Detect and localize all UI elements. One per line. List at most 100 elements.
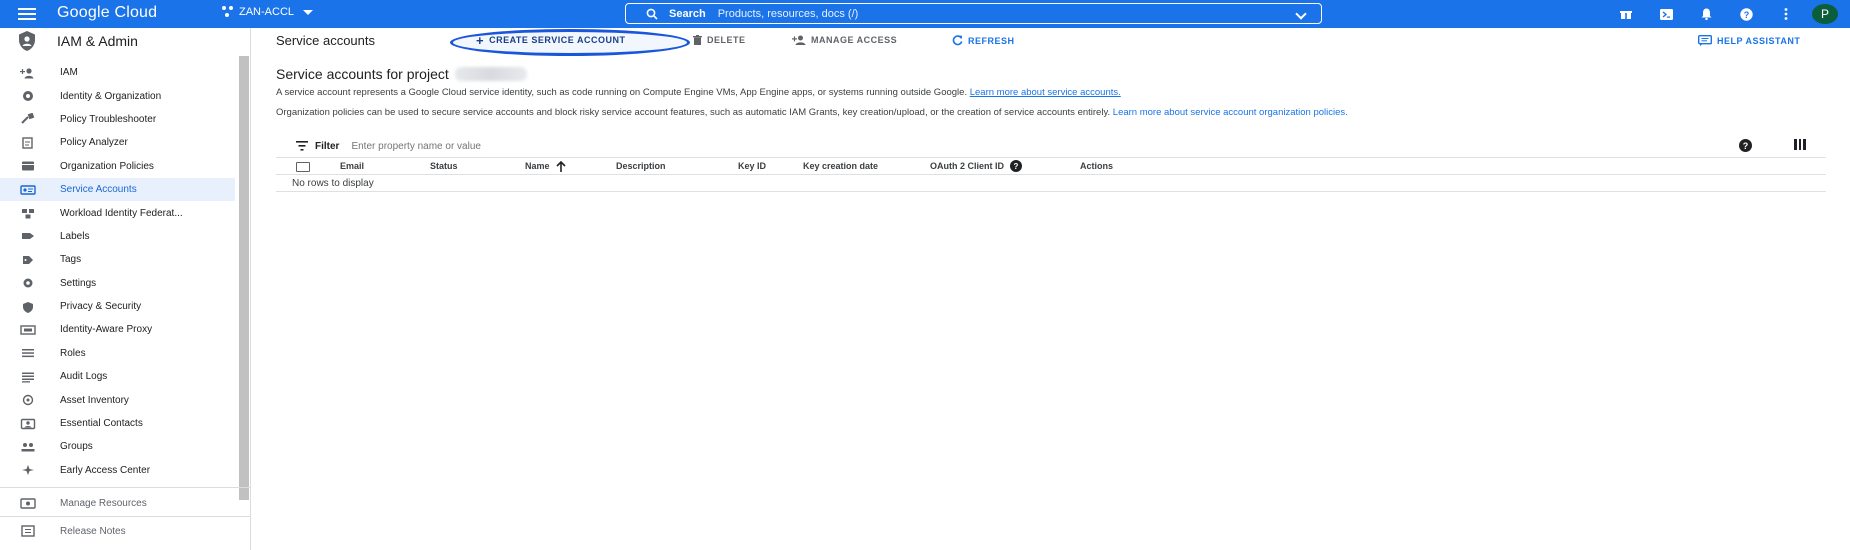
column-oauth-client-id[interactable]: OAuth 2 Client ID ? bbox=[930, 160, 1022, 172]
column-status-label: Status bbox=[430, 161, 458, 171]
sidebar-item-asset-inventory[interactable]: Asset Inventory bbox=[0, 388, 235, 411]
sidebar-item-policy-troubleshooter[interactable]: Policy Troubleshooter bbox=[0, 108, 235, 131]
sidebar-item-labels[interactable]: Labels bbox=[0, 225, 235, 248]
sidebar-item-label: Audit Logs bbox=[60, 371, 108, 383]
column-email-label: Email bbox=[340, 161, 365, 171]
chevron-down-icon bbox=[303, 9, 314, 15]
search-input[interactable]: Search Products, resources, docs (/) bbox=[625, 3, 1322, 24]
sidebar-scrollbar[interactable] bbox=[239, 56, 249, 500]
column-key-creation-date[interactable]: Key creation date bbox=[803, 161, 878, 171]
table-help-icon[interactable]: ? bbox=[1739, 139, 1752, 152]
chat-help-icon bbox=[1698, 35, 1712, 46]
sidebar-item-organization-policies[interactable]: Organization Policies bbox=[0, 155, 235, 178]
sidebar-item-label: Identity & Organization bbox=[60, 90, 162, 102]
search-expand-icon[interactable] bbox=[1295, 8, 1307, 20]
manage-resources-icon bbox=[20, 498, 36, 509]
sidebar-item-workload-identity-federat[interactable]: Workload Identity Federat... bbox=[0, 201, 235, 224]
main-menu-icon[interactable] bbox=[18, 8, 36, 20]
notifications-icon[interactable] bbox=[1686, 0, 1726, 28]
column-key-id[interactable]: Key ID bbox=[738, 161, 766, 171]
help-assistant-label: HELP ASSISTANT bbox=[1717, 35, 1801, 46]
sidebar-item-label: Tags bbox=[60, 254, 82, 266]
sidebar-item-manage-resources[interactable]: Manage Resources bbox=[0, 490, 251, 516]
sidebar-item-identity-aware-proxy[interactable]: Identity-Aware Proxy bbox=[0, 318, 235, 341]
manage-access-button[interactable]: MANAGE ACCESS bbox=[792, 35, 897, 45]
plus-icon: + bbox=[476, 32, 485, 48]
select-all-checkbox[interactable] bbox=[296, 162, 310, 172]
sidebar-item-release-notes[interactable]: Release Notes bbox=[0, 518, 251, 544]
gear-icon bbox=[20, 277, 36, 289]
filter-icon bbox=[296, 141, 308, 151]
sidebar-item-label: Essential Contacts bbox=[60, 418, 143, 430]
proxy-icon bbox=[20, 324, 36, 336]
project-picker[interactable]: ZAN-ACCL bbox=[222, 6, 314, 18]
column-key-creation-label: Key creation date bbox=[803, 161, 879, 171]
tag-icon bbox=[20, 254, 36, 266]
sidebar-item-label: Asset Inventory bbox=[60, 394, 129, 406]
gift-icon[interactable] bbox=[1606, 0, 1646, 28]
label-icon bbox=[20, 230, 36, 242]
filter-input[interactable] bbox=[351, 140, 652, 152]
svg-text:?: ? bbox=[1743, 9, 1749, 19]
delete-button[interactable]: DELETE bbox=[693, 35, 746, 45]
help-assistant-button[interactable]: HELP ASSISTANT bbox=[1698, 35, 1800, 46]
help-icon[interactable]: ? bbox=[1726, 0, 1766, 28]
learn-more-link[interactable]: Learn more about service accounts. bbox=[970, 87, 1121, 98]
more-vert-icon[interactable] bbox=[1766, 0, 1806, 28]
sidebar-item-essential-contacts[interactable]: Essential Contacts bbox=[0, 412, 235, 435]
empty-table-message: No rows to display bbox=[276, 175, 1826, 192]
sidebar-item-settings[interactable]: Settings bbox=[0, 272, 235, 295]
column-actions-label: Actions bbox=[1080, 161, 1114, 171]
sidebar-title: IAM & Admin bbox=[57, 33, 138, 49]
sidebar-item-label: Early Access Center bbox=[60, 464, 151, 476]
sidebar-item-groups[interactable]: Groups bbox=[0, 435, 235, 458]
column-description[interactable]: Description bbox=[616, 161, 666, 171]
column-name[interactable]: Name bbox=[525, 160, 566, 172]
sidebar-item-audit-logs[interactable]: Audit Logs bbox=[0, 365, 235, 388]
column-display-icon[interactable] bbox=[1794, 139, 1807, 150]
sidebar-item-iam[interactable]: IAM bbox=[0, 61, 235, 84]
sidebar-item-policy-analyzer[interactable]: Policy Analyzer bbox=[0, 131, 235, 154]
redacted-project-id bbox=[454, 67, 527, 81]
release-notes-icon bbox=[21, 525, 35, 537]
org-policy-text: Organization policies can be used to sec… bbox=[276, 107, 1111, 118]
early-access-icon bbox=[20, 464, 36, 476]
action-toolbar: Service accounts + CREATE SERVICE ACCOUN… bbox=[252, 28, 1850, 54]
column-status[interactable]: Status bbox=[430, 161, 458, 171]
person-add-icon bbox=[20, 67, 36, 79]
org-policy-learn-more-link[interactable]: Learn more about service account organiz… bbox=[1113, 107, 1348, 118]
column-oauth-label: OAuth 2 Client ID bbox=[930, 161, 1004, 171]
refresh-label: REFRESH bbox=[968, 35, 1015, 46]
sidebar-item-label: Release Notes bbox=[60, 525, 126, 537]
sidebar-item-roles[interactable]: Roles bbox=[0, 342, 235, 365]
trash-icon bbox=[693, 35, 702, 45]
sidebar-item-label: Roles bbox=[60, 347, 86, 359]
sidebar-item-privacy-security[interactable]: Privacy & Security bbox=[0, 295, 235, 318]
oauth-help-icon[interactable]: ? bbox=[1010, 160, 1022, 172]
sidebar-item-label: Policy Troubleshooter bbox=[60, 113, 157, 125]
sidebar-item-service-accounts[interactable]: Service Accounts bbox=[0, 177, 235, 202]
identity-icon bbox=[20, 90, 36, 102]
sidebar-item-label: Labels bbox=[60, 230, 90, 242]
refresh-button[interactable]: REFRESH bbox=[952, 35, 1015, 46]
service-account-description: A service account represents a Google Cl… bbox=[276, 87, 1826, 98]
column-key-id-label: Key ID bbox=[738, 161, 767, 171]
filter-label: Filter bbox=[315, 140, 340, 152]
description-text: A service account represents a Google Cl… bbox=[276, 87, 968, 98]
sidebar-item-early-access-center[interactable]: Early Access Center bbox=[0, 459, 235, 482]
sidebar-item-identity-organization[interactable]: Identity & Organization bbox=[0, 84, 235, 107]
org-policy-description: Organization policies can be used to sec… bbox=[276, 107, 1826, 118]
avatar[interactable]: P bbox=[1812, 4, 1838, 24]
sidebar-item-label: Identity-Aware Proxy bbox=[60, 324, 153, 336]
contacts-icon bbox=[20, 418, 36, 430]
sidebar-item-tags[interactable]: Tags bbox=[0, 248, 235, 271]
cloud-shell-icon[interactable] bbox=[1646, 0, 1686, 28]
project-name: ZAN-ACCL bbox=[239, 6, 295, 18]
main-content: Service accounts for project A service a… bbox=[276, 66, 1826, 118]
column-email[interactable]: Email bbox=[340, 161, 364, 171]
google-cloud-logo[interactable]: Google Cloud bbox=[57, 4, 157, 22]
page-title: Service accounts bbox=[276, 33, 375, 48]
policy-analyzer-icon bbox=[20, 137, 36, 149]
sidebar-item-label: Service Accounts bbox=[60, 184, 137, 196]
create-service-account-button[interactable]: + CREATE SERVICE ACCOUNT bbox=[476, 32, 625, 48]
